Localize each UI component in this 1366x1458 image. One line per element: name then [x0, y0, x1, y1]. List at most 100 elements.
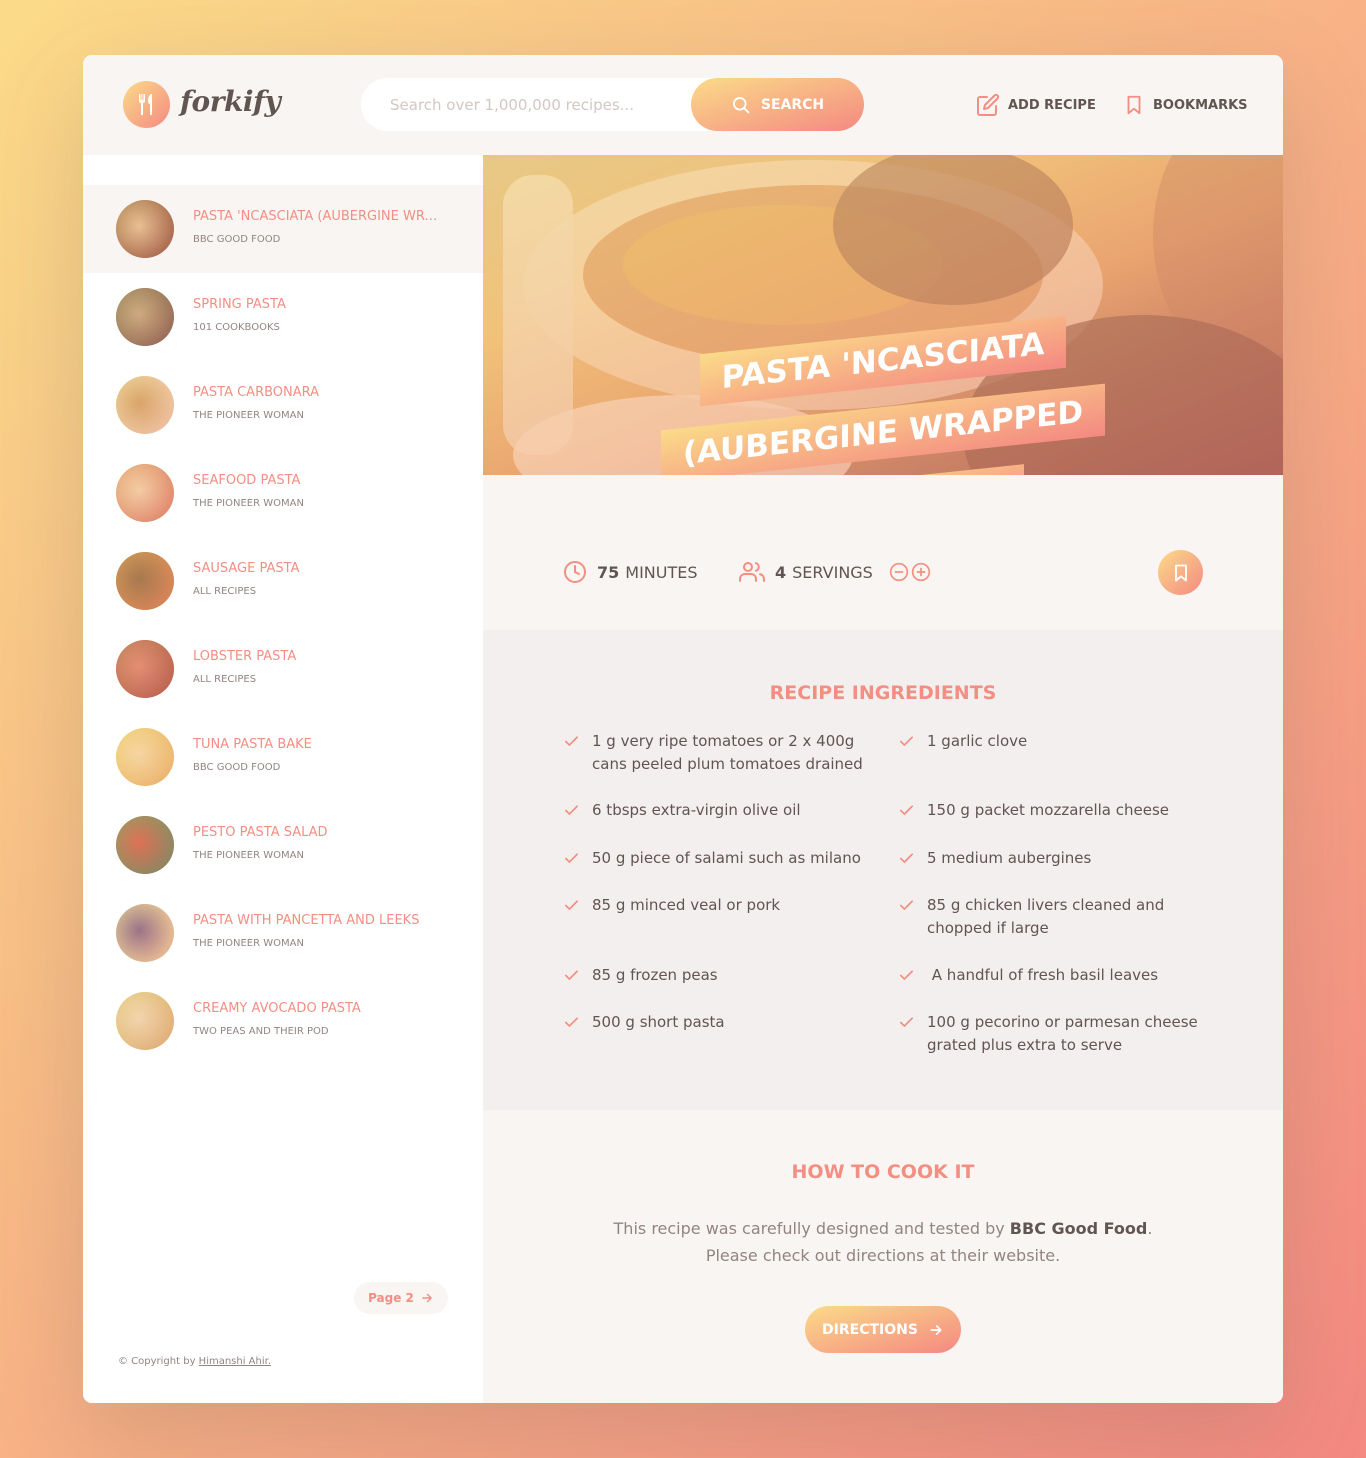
result-item[interactable]: Seafood Pasta The Pioneer Woman	[83, 449, 483, 537]
ingredient-text: 1 garlic clove	[927, 732, 1028, 750]
check-icon	[899, 900, 914, 910]
search-icon	[732, 96, 750, 113]
result-item[interactable]: Spring Pasta 101 Cookbooks	[83, 273, 483, 361]
result-thumbnail	[116, 376, 174, 434]
result-thumbnail	[116, 904, 174, 962]
cooking-time: 75 minutes	[563, 550, 698, 594]
bookmarks-button[interactable]: Bookmarks	[1123, 92, 1248, 118]
ingredient-text: 5 medium aubergines	[927, 849, 1092, 867]
ingredient-item: 85 g chicken livers cleaned and chopped …	[898, 894, 1208, 940]
result-thumbnail	[116, 200, 174, 258]
result-publisher: Two Peas And Their Pod	[193, 1026, 329, 1037]
author-link[interactable]: Himanshi Ahir.	[199, 1356, 271, 1367]
check-icon	[899, 736, 914, 746]
result-item[interactable]: Pesto Pasta Salad The Pioneer Woman	[83, 801, 483, 889]
bookmarks-label: Bookmarks	[1153, 97, 1248, 113]
ingredient-text: A handful of fresh basil leaves	[927, 966, 1159, 984]
search-input[interactable]	[390, 78, 690, 131]
result-publisher: The Pioneer Woman	[193, 498, 304, 509]
recipe-publisher: BBC Good Food	[1009, 1219, 1148, 1238]
result-thumbnail	[116, 552, 174, 610]
servings: 4 servings	[739, 550, 931, 594]
servings-value: 4	[775, 562, 787, 582]
ingredient-text: 50 g piece of salami such as milano	[592, 849, 861, 867]
result-publisher: All Recipes	[193, 674, 257, 685]
ingredient-item: 50 g piece of salami such as milano	[563, 847, 873, 870]
app-container: forkify Search Add recipe Bookmarks	[83, 55, 1283, 1403]
result-title: Pasta 'Ncasciata (Aubergine Wrapped Past…	[193, 209, 443, 224]
directions-button-label: Directions	[822, 1321, 918, 1338]
ingredient-item: 500 g short pasta	[563, 1011, 873, 1034]
result-title: Sausage Pasta	[193, 561, 300, 576]
directions-heading: How to cook it	[791, 1161, 975, 1183]
result-publisher: BBC Good Food	[193, 234, 281, 245]
result-title: Tuna Pasta Bake	[193, 737, 312, 752]
result-title: Creamy Avocado Pasta	[193, 1001, 361, 1016]
directions-text: This recipe was carefully designed and t…	[593, 1215, 1173, 1269]
result-item[interactable]: Pasta 'Ncasciata (Aubergine Wrapped Past…	[83, 185, 483, 273]
check-icon	[564, 1017, 579, 1027]
check-icon	[564, 736, 579, 746]
bookmark-icon	[1174, 564, 1187, 581]
decrease-servings-button[interactable]	[889, 562, 909, 582]
result-item[interactable]: Lobster Pasta All Recipes	[83, 625, 483, 713]
result-title: Pasta With Pancetta And Leeks	[193, 913, 420, 928]
result-publisher: BBC Good Food	[193, 762, 281, 773]
ingredient-text: 500 g short pasta	[592, 1013, 725, 1031]
edit-icon	[977, 93, 1000, 116]
pagination-next-button[interactable]: Page 2	[354, 1282, 448, 1314]
result-thumbnail	[116, 640, 174, 698]
result-publisher: All Recipes	[193, 586, 257, 597]
check-icon	[899, 805, 914, 815]
recipe-view: Pasta 'Ncasciata (Aubergine Wrapped Past…	[483, 155, 1283, 1403]
ingredient-text: 85 g frozen peas	[592, 966, 718, 984]
check-icon	[899, 853, 914, 863]
result-thumbnail	[116, 728, 174, 786]
arrow-right-icon	[930, 1324, 942, 1335]
check-icon	[564, 900, 579, 910]
result-item[interactable]: Pasta With Pancetta And Leeks The Pioneer…	[83, 889, 483, 977]
copyright: © Copyright by Himanshi Ahir.	[118, 1356, 271, 1367]
plus-circle-icon	[911, 562, 931, 582]
ingredient-item: 5 medium aubergines	[898, 847, 1208, 870]
result-title: Spring Pasta	[193, 297, 286, 312]
users-icon	[739, 562, 765, 582]
check-icon	[899, 1017, 914, 1027]
increase-servings-button[interactable]	[911, 562, 931, 582]
fork-knife-icon	[123, 81, 170, 128]
result-title: Lobster Pasta	[193, 649, 297, 664]
result-item[interactable]: Creamy Avocado Pasta Two Peas And Their P…	[83, 977, 483, 1065]
logo-text: forkify	[180, 85, 281, 118]
search-button-label: Search	[760, 96, 825, 113]
result-publisher: The Pioneer Woman	[193, 850, 304, 861]
result-thumbnail	[116, 288, 174, 346]
ingredient-item: A handful of fresh basil leaves	[898, 964, 1208, 987]
cooking-time-unit: minutes	[625, 562, 698, 582]
ingredient-item: 150 g packet mozzarella cheese	[898, 799, 1208, 822]
result-item[interactable]: Pasta Carbonara The Pioneer Woman	[83, 361, 483, 449]
result-item[interactable]: Sausage Pasta All Recipes	[83, 537, 483, 625]
check-icon	[899, 970, 914, 980]
result-item[interactable]: Tuna Pasta Bake BBC Good Food	[83, 713, 483, 801]
recipe-details: 75 minutes 4 servings	[483, 550, 1283, 595]
servings-unit: servings	[792, 562, 873, 582]
result-title: Pesto Pasta Salad	[193, 825, 328, 840]
result-title: Pasta Carbonara	[193, 385, 320, 400]
check-icon	[564, 853, 579, 863]
bookmark-icon	[1127, 95, 1141, 115]
result-thumbnail	[116, 816, 174, 874]
check-icon	[564, 805, 579, 815]
recipe-figure: Pasta 'Ncasciata (Aubergine Wrapped Past…	[483, 155, 1283, 475]
logo[interactable]: forkify	[123, 81, 281, 131]
directions-text-pre: This recipe was carefully designed and t…	[613, 1219, 1010, 1238]
ingredient-item: 1 garlic clove	[898, 730, 1208, 753]
arrow-right-icon	[422, 1293, 432, 1303]
search-button[interactable]: Search	[691, 78, 864, 131]
copyright-prefix: © Copyright by	[118, 1356, 199, 1367]
directions-button[interactable]: Directions	[805, 1306, 961, 1353]
add-recipe-button[interactable]: Add recipe	[976, 92, 1096, 118]
bookmark-recipe-button[interactable]	[1158, 550, 1203, 595]
directions-section: How to cook it This recipe was carefully…	[483, 1110, 1283, 1403]
minus-circle-icon	[889, 562, 909, 582]
ingredient-text: 150 g packet mozzarella cheese	[927, 801, 1170, 819]
